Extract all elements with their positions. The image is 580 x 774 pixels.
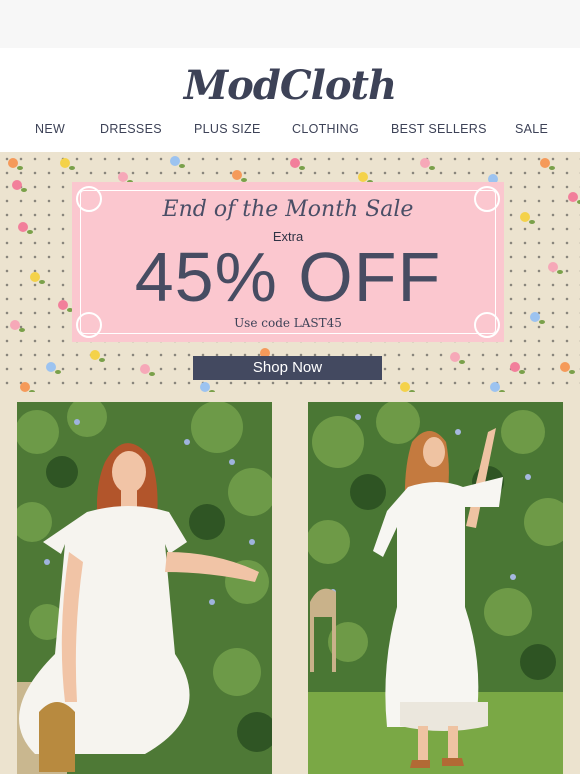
leaf-decoration bbox=[39, 280, 45, 284]
nav-item-clothing[interactable]: CLOTHING bbox=[292, 122, 359, 136]
sale-banner[interactable]: End of the Month Sale Extra 45% OFF Use … bbox=[0, 152, 580, 392]
leaf-decoration bbox=[569, 370, 575, 374]
leaf-decoration bbox=[549, 166, 555, 170]
top-strip bbox=[0, 0, 580, 48]
nav-item-dresses[interactable]: DRESSES bbox=[100, 122, 162, 136]
main-nav: NEW DRESSES PLUS SIZE CLOTHING BEST SELL… bbox=[0, 122, 580, 138]
leaf-decoration bbox=[539, 320, 545, 324]
leaf-decoration bbox=[27, 230, 33, 234]
leaf-decoration bbox=[17, 166, 23, 170]
nav-item-best-sellers[interactable]: BEST SELLERS bbox=[391, 122, 487, 136]
leaf-decoration bbox=[429, 166, 435, 170]
leaf-decoration bbox=[299, 166, 305, 170]
leaf-decoration bbox=[557, 270, 563, 274]
leaf-decoration bbox=[529, 220, 535, 224]
leaf-decoration bbox=[69, 166, 75, 170]
sale-discount: 45% OFF bbox=[134, 238, 442, 316]
leaf-decoration bbox=[55, 370, 61, 374]
nav-item-sale[interactable]: SALE bbox=[515, 122, 548, 136]
leaf-decoration bbox=[19, 328, 25, 332]
leaf-decoration bbox=[179, 164, 185, 168]
product-image-white-flutter-dress[interactable] bbox=[17, 402, 272, 774]
shop-now-button[interactable]: Shop Now bbox=[193, 356, 382, 380]
header: ModCloth NEW DRESSES PLUS SIZE CLOTHING … bbox=[0, 48, 580, 152]
leaf-decoration bbox=[21, 188, 27, 192]
product-image-white-eyelet-dress[interactable] bbox=[308, 402, 563, 774]
leaf-decoration bbox=[519, 370, 525, 374]
leaf-decoration bbox=[459, 360, 465, 364]
brand-logo[interactable]: ModCloth bbox=[0, 62, 580, 109]
sale-title: End of the Month Sale bbox=[162, 197, 414, 222]
leaf-decoration bbox=[99, 358, 105, 362]
nav-item-plus-size[interactable]: PLUS SIZE bbox=[194, 122, 261, 136]
nav-item-new[interactable]: NEW bbox=[35, 122, 65, 136]
product-grid bbox=[0, 392, 580, 774]
promo-code: Use code LAST45 bbox=[234, 316, 342, 330]
leaf-decoration bbox=[149, 372, 155, 376]
